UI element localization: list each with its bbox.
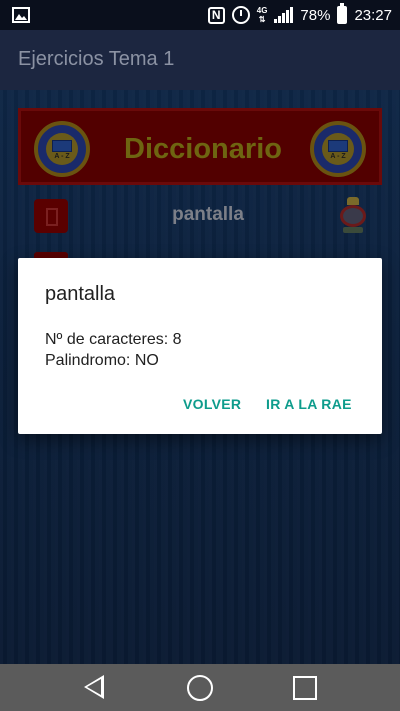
dictionary-logo-icon: A - Z bbox=[310, 121, 366, 177]
go-to-rae-button[interactable]: IR A LA RAE bbox=[266, 388, 352, 420]
app-bar: Ejercicios Tema 1 bbox=[0, 30, 400, 90]
gallery-notification-icon bbox=[12, 6, 30, 29]
logo-text: A - Z bbox=[330, 153, 346, 160]
back-button[interactable] bbox=[55, 664, 135, 711]
home-button[interactable] bbox=[160, 664, 240, 711]
alarm-icon bbox=[231, 6, 250, 24]
nfc-icon: N bbox=[207, 6, 225, 24]
word-label[interactable]: pantalla bbox=[108, 204, 308, 226]
list-item[interactable]: pantalla bbox=[18, 195, 382, 237]
char-count-text: Nº de caracteres: 8 bbox=[45, 331, 182, 348]
back-icon bbox=[84, 675, 104, 699]
home-icon bbox=[187, 675, 213, 701]
navigation-bar bbox=[0, 664, 400, 711]
dialog-title: pantalla bbox=[45, 283, 116, 305]
battery-icon bbox=[337, 3, 348, 24]
network-type-label: 4G bbox=[256, 6, 268, 15]
palindrome-text: Palindromo: NO bbox=[45, 352, 159, 369]
battery-percent: 78% bbox=[300, 6, 331, 24]
recents-icon bbox=[293, 676, 317, 700]
word-info-dialog: pantalla Nº de caracteres: 8 Palindromo:… bbox=[18, 258, 382, 434]
clock: 23:27 bbox=[354, 6, 392, 24]
status-bar: N 4G ⇅ 78% 23:27 bbox=[0, 0, 400, 30]
signal-icon bbox=[274, 7, 294, 23]
page-title: Ejercicios Tema 1 bbox=[18, 48, 175, 70]
recents-button[interactable] bbox=[265, 664, 345, 711]
delete-icon[interactable] bbox=[34, 199, 68, 233]
network-type-icon: 4G ⇅ bbox=[256, 6, 268, 24]
volver-button[interactable]: VOLVER bbox=[183, 388, 241, 420]
dictionary-banner: A - Z Diccionario A - Z bbox=[18, 108, 382, 185]
rae-crest-icon[interactable] bbox=[334, 197, 372, 235]
